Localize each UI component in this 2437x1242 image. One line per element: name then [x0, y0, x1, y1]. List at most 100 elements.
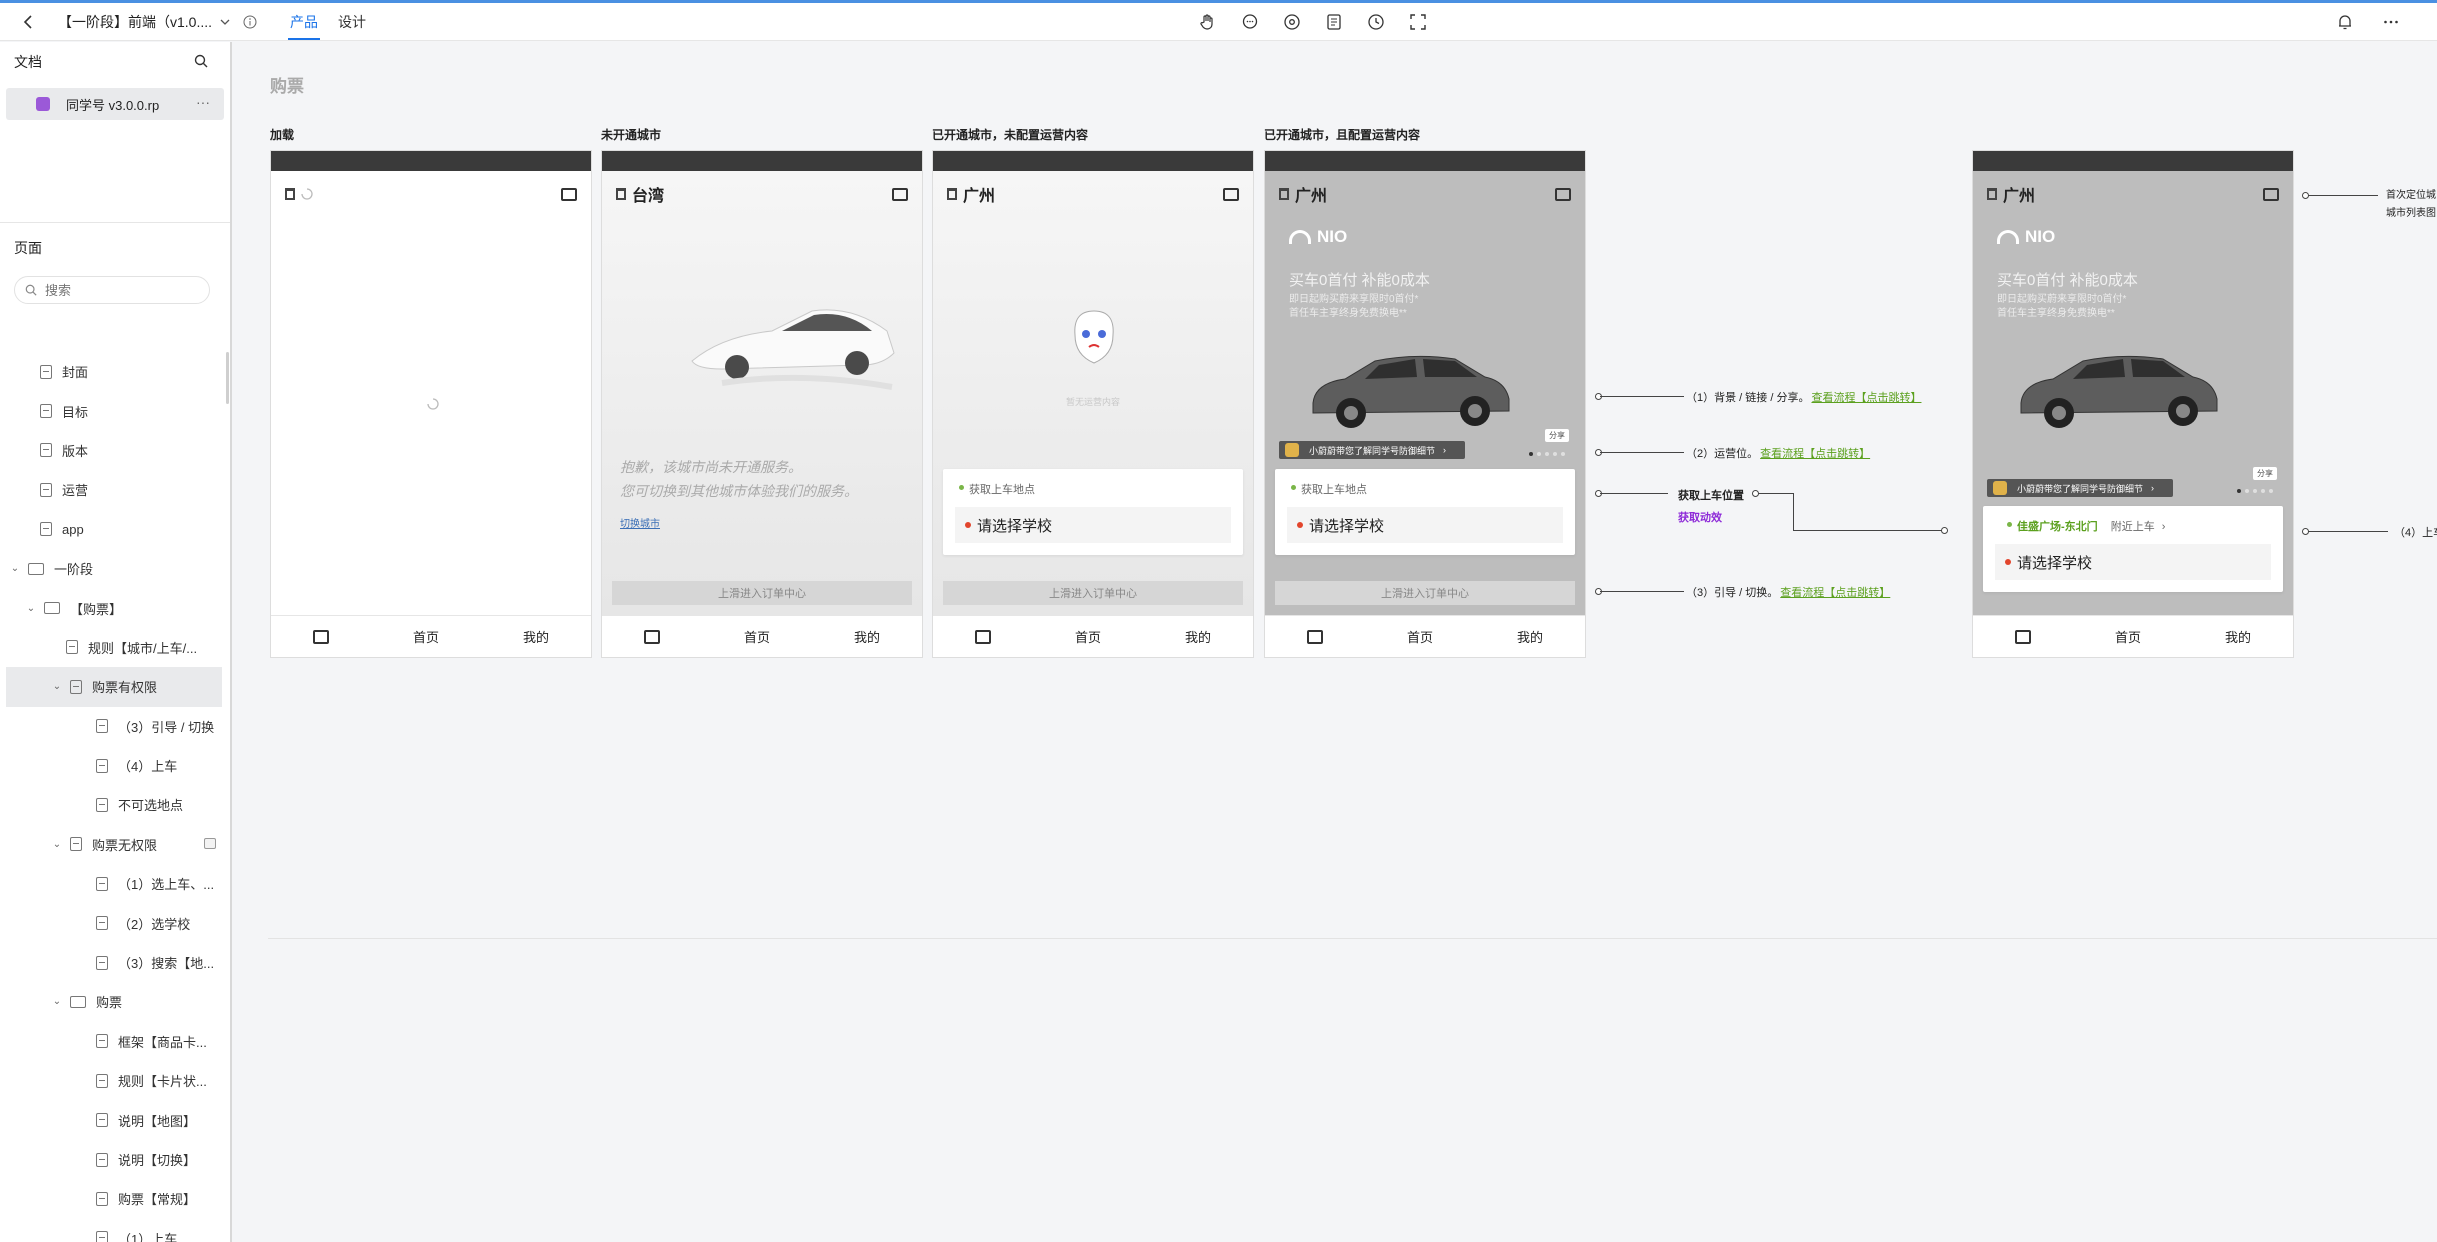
- select-school-field[interactable]: 请选择学校: [1995, 544, 2271, 580]
- history-clock-icon[interactable]: [1366, 12, 1386, 32]
- chevron-down-icon[interactable]: [218, 15, 232, 29]
- page-search-input[interactable]: [45, 282, 195, 298]
- tree-page[interactable]: （3）引导 / 切换: [0, 707, 230, 746]
- tree-page[interactable]: 版本: [0, 431, 230, 470]
- tab-home[interactable]: 首页: [1075, 627, 1101, 646]
- bell-icon[interactable]: [2335, 12, 2355, 32]
- promo-ticker[interactable]: 小蔚蔚带您了解同学号防御细节 ›: [1279, 441, 1465, 459]
- tab-ticket-icon[interactable]: [312, 629, 329, 644]
- annotation-3-link[interactable]: 查看流程【点击跳转】: [1780, 584, 1890, 600]
- tree-page[interactable]: 购票【常规】: [0, 1179, 230, 1218]
- comment-icon[interactable]: [1240, 12, 1260, 32]
- boarding-card[interactable]: 获取上车地点 请选择学校: [943, 469, 1243, 555]
- get-location-label[interactable]: 获取上车地点: [1275, 469, 1575, 497]
- tab-ticket-icon[interactable]: [974, 629, 991, 644]
- chevron-down-icon[interactable]: ⌄: [24, 603, 38, 614]
- tree-page[interactable]: 说明【切换】: [0, 1140, 230, 1179]
- hand-icon[interactable]: [1198, 12, 1218, 32]
- tree-page[interactable]: （2）选学校: [0, 903, 230, 942]
- tab-home[interactable]: 首页: [744, 627, 770, 646]
- preview-eye-icon[interactable]: [1282, 12, 1302, 32]
- tab-mine[interactable]: 我的: [1185, 627, 1211, 646]
- annotation-1-link[interactable]: 查看流程【点击跳转】: [1811, 389, 1921, 405]
- tree-page[interactable]: 封面: [0, 352, 230, 391]
- annotation-2-link[interactable]: 查看流程【点击跳转】: [1760, 445, 1870, 461]
- tab-mine[interactable]: 我的: [854, 627, 880, 646]
- tab-mine[interactable]: 我的: [523, 627, 549, 646]
- tab-home[interactable]: 首页: [413, 627, 439, 646]
- annotation-location-action[interactable]: 获取动效: [1678, 507, 1722, 529]
- tree-page[interactable]: （3）搜索【地...: [0, 943, 230, 982]
- city-name[interactable]: 广州: [963, 182, 995, 206]
- message-icon[interactable]: [892, 187, 908, 201]
- more-icon[interactable]: [2381, 12, 2401, 32]
- chevron-down-icon[interactable]: ⌄: [8, 563, 22, 574]
- tree-page[interactable]: （4）上车: [0, 746, 230, 785]
- order-center-bar[interactable]: 上滑进入订单中心: [612, 581, 912, 605]
- tree-page[interactable]: 规则【卡片状...: [0, 1061, 230, 1100]
- select-school-field[interactable]: 请选择学校: [955, 507, 1231, 543]
- share-tag[interactable]: 分享: [1545, 429, 1569, 442]
- message-icon[interactable]: [1223, 187, 1239, 201]
- tree-page[interactable]: ⌄ 购票无权限: [0, 825, 230, 864]
- order-center-bar[interactable]: 上滑进入订单中心: [943, 581, 1243, 605]
- search-icon[interactable]: [194, 54, 208, 71]
- phone-frame-located[interactable]: 广州 NIO 买车0首付 补能0成本 即日起购买蔚来享限时0首付* 首任车主享终…: [1972, 150, 2294, 658]
- info-icon[interactable]: [242, 14, 258, 30]
- tab-home[interactable]: 首页: [2115, 627, 2141, 646]
- message-icon[interactable]: [1555, 187, 1571, 201]
- city-name[interactable]: 广州: [1295, 182, 1327, 206]
- get-location-label[interactable]: 获取上车地点: [943, 469, 1243, 497]
- tree-folder[interactable]: ⌄ 【购票】: [0, 588, 230, 627]
- tree-page[interactable]: ⌄ 购票有权限: [6, 667, 222, 707]
- tree-folder[interactable]: ⌄ 购票: [0, 982, 230, 1021]
- tab-design[interactable]: 设计: [328, 3, 376, 40]
- back-icon[interactable]: [18, 12, 38, 32]
- located-row[interactable]: 佳盛广场-东北门 附近上车 ›: [1983, 506, 2283, 534]
- carousel-dots[interactable]: [2237, 489, 2273, 493]
- city-name[interactable]: 广州: [2003, 182, 2035, 206]
- design-canvas[interactable]: 购票 加载 未开通城市 已开通城市，未配置运营内容 已开通城市，且配置运营内容 …: [234, 42, 2437, 1242]
- chevron-down-icon[interactable]: ⌄: [50, 681, 64, 692]
- tree-page[interactable]: （1）选上车、...: [0, 864, 230, 903]
- fullscreen-icon[interactable]: [1408, 12, 1428, 32]
- carousel-dots[interactable]: [1529, 452, 1565, 456]
- tree-page[interactable]: 框架【商品卡...: [0, 1022, 230, 1061]
- boarding-card[interactable]: 佳盛广场-东北门 附近上车 › 请选择学校: [1983, 506, 2283, 592]
- tab-ticket-icon[interactable]: [2014, 629, 2031, 644]
- boarding-card[interactable]: 获取上车地点 请选择学校: [1275, 469, 1575, 555]
- tab-ticket-icon[interactable]: [1306, 629, 1323, 644]
- tree-page[interactable]: （1）上车: [0, 1219, 230, 1242]
- image-note-icon[interactable]: [204, 837, 216, 849]
- city-name[interactable]: 台湾: [632, 182, 664, 206]
- phone-frame-with-ops[interactable]: 广州 NIO 买车0首付 补能0成本 即日起购买蔚来享限时0首付* 首任车主享终…: [1264, 150, 1586, 658]
- promo-ticker[interactable]: 小蔚蔚带您了解同学号防御细节 ›: [1987, 479, 2173, 497]
- tree-page[interactable]: 说明【地图】: [0, 1100, 230, 1139]
- message-icon[interactable]: [561, 187, 577, 201]
- switch-city-link[interactable]: 切换城市: [620, 515, 660, 530]
- tree-page[interactable]: 规则【城市/上车/...: [0, 628, 230, 667]
- tree-page[interactable]: 不可选地点: [0, 785, 230, 824]
- select-school-field[interactable]: 请选择学校: [1287, 507, 1563, 543]
- message-icon[interactable]: [2263, 187, 2279, 201]
- tree-folder[interactable]: ⌄ 一阶段: [0, 549, 230, 588]
- tab-ticket-icon[interactable]: [643, 629, 660, 644]
- tab-mine[interactable]: 我的: [1517, 627, 1543, 646]
- share-tag[interactable]: 分享: [2253, 467, 2277, 480]
- tree-page[interactable]: 目标: [0, 391, 230, 430]
- tab-product[interactable]: 产品: [280, 3, 328, 40]
- order-center-bar[interactable]: 上滑进入订单中心: [1275, 581, 1575, 605]
- page-search-box[interactable]: [14, 276, 210, 304]
- tab-home[interactable]: 首页: [1407, 627, 1433, 646]
- chevron-down-icon[interactable]: ⌄: [50, 839, 64, 850]
- file-item[interactable]: 同学号 v3.0.0.rp ···: [6, 88, 224, 120]
- notes-icon[interactable]: [1324, 12, 1344, 32]
- location-name[interactable]: 佳盛广场-东北门: [2017, 521, 2098, 533]
- tab-mine[interactable]: 我的: [2225, 627, 2251, 646]
- project-title[interactable]: 【一阶段】前端（v1.0....: [58, 12, 212, 32]
- more-icon[interactable]: ···: [196, 94, 210, 110]
- phone-frame-unopened[interactable]: 台湾 抱歉，该城市尚未开通服务。 您可切换到其他城市体验我们的服务。 切换城市 …: [601, 150, 923, 658]
- phone-frame-loading[interactable]: 首页 我的: [270, 150, 592, 658]
- chevron-down-icon[interactable]: ⌄: [50, 996, 64, 1007]
- tree-page[interactable]: 运营: [0, 470, 230, 509]
